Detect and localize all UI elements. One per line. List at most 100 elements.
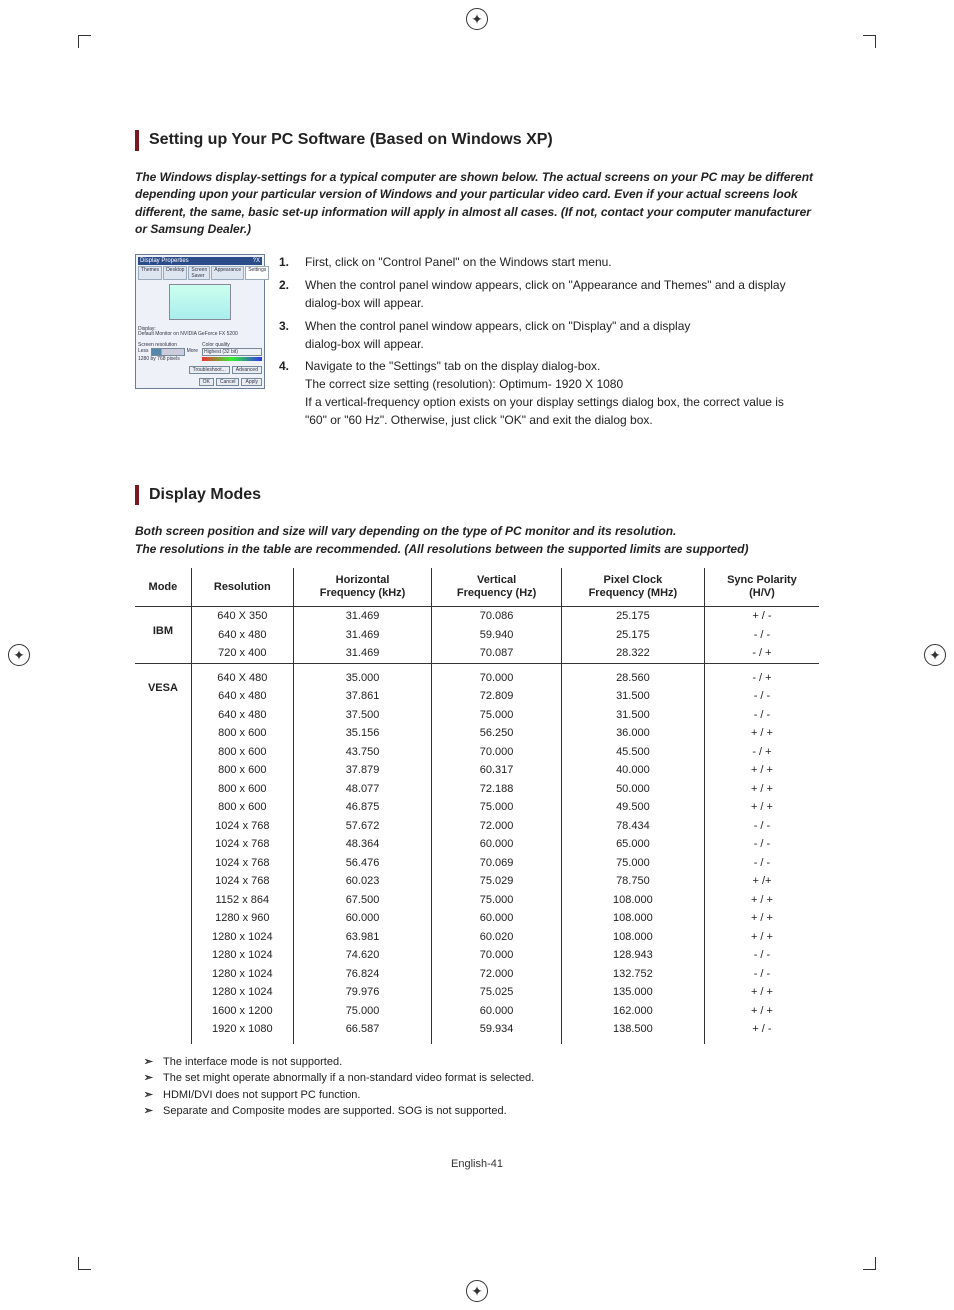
cell: 1024 x 768	[191, 854, 293, 873]
apply-button: Apply	[241, 378, 262, 386]
th-pclk: Pixel ClockFrequency (MHz)	[561, 568, 704, 607]
cell: 70.086	[432, 607, 562, 626]
close-icon: ?X	[253, 258, 260, 264]
cell: + / +	[704, 780, 819, 799]
table-row: 640 x 48037.50075.00031.500- / -	[135, 706, 819, 725]
cell: 60.000	[432, 1002, 562, 1021]
table-row: 800 x 60046.87575.00049.500+ / +	[135, 798, 819, 817]
cell: - / -	[704, 835, 819, 854]
cell: 67.500	[293, 891, 432, 910]
cell: 108.000	[561, 928, 704, 947]
cell: 75.025	[432, 983, 562, 1002]
cell: 37.500	[293, 706, 432, 725]
cell: + / +	[704, 761, 819, 780]
cell: 56.250	[432, 724, 562, 743]
cell: 800 x 600	[191, 798, 293, 817]
step-body: When the control panel window appears, c…	[305, 318, 690, 353]
cell: 31.500	[561, 687, 704, 706]
cell: - / -	[704, 817, 819, 836]
cell: - / +	[704, 743, 819, 762]
cell: 72.000	[432, 965, 562, 984]
cell: + / +	[704, 928, 819, 947]
note-text: Separate and Composite modes are support…	[163, 1103, 507, 1120]
cell: 43.750	[293, 743, 432, 762]
cell: 75.000	[432, 891, 562, 910]
cell: 48.364	[293, 835, 432, 854]
step-number: 1.	[279, 254, 295, 271]
note-text: HDMI/DVI does not support PC function.	[163, 1087, 360, 1104]
tab-appearance: Appearance	[211, 266, 244, 280]
th-sync: Sync Polarity(H/V)	[704, 568, 819, 607]
cell: + / +	[704, 1002, 819, 1021]
resolution-value: 1280 by 768 pixels	[138, 356, 180, 362]
cell: 48.077	[293, 780, 432, 799]
color-bar-icon	[202, 357, 262, 361]
cell: 40.000	[561, 761, 704, 780]
step-item: 4.Navigate to the "Settings" tab on the …	[279, 358, 819, 428]
step-item: 3.When the control panel window appears,…	[279, 318, 819, 353]
cell: 63.981	[293, 928, 432, 947]
note-item: ➣HDMI/DVI does not support PC function.	[135, 1087, 819, 1104]
cell: + /+	[704, 872, 819, 891]
note-item: ➣The set might operate abnormally if a n…	[135, 1070, 819, 1087]
cell: 72.809	[432, 687, 562, 706]
cell: 1280 x 1024	[191, 928, 293, 947]
tab-screensaver: Screen Saver	[188, 266, 210, 280]
document-page: ✦ ✦ ✦ ✦ Setting up Your PC Software (Bas…	[0, 0, 954, 1310]
step-line: When the control panel window appears, c…	[305, 277, 786, 294]
cell: 128.943	[561, 946, 704, 965]
cell: 1024 x 768	[191, 835, 293, 854]
cell: 25.175	[561, 607, 704, 626]
cell: - / -	[704, 854, 819, 873]
resolution-box: Screen resolution Less More 1280 by 768 …	[138, 340, 198, 363]
table-header-row: Mode Resolution HorizontalFrequency (kHz…	[135, 568, 819, 607]
table-row: 800 x 60048.07772.18850.000+ / +	[135, 780, 819, 799]
cell: 72.188	[432, 780, 562, 799]
cell: 800 x 600	[191, 743, 293, 762]
step-item: 1.First, click on "Control Panel" on the…	[279, 254, 819, 271]
table-row: IBM640 X 35031.46970.08625.175+ / -	[135, 607, 819, 626]
section1-intro: The Windows display-settings for a typic…	[135, 169, 819, 239]
cell: 60.020	[432, 928, 562, 947]
cell: + / +	[704, 724, 819, 743]
note-text: The set might operate abnormally if a no…	[163, 1070, 534, 1087]
cell: 1280 x 1024	[191, 983, 293, 1002]
cell: 70.000	[432, 663, 562, 687]
tab-settings: Settings	[245, 266, 269, 280]
cell: 70.000	[432, 946, 562, 965]
table-row: 1024 x 76856.47670.06975.000- / -	[135, 854, 819, 873]
table-row: 1280 x 102476.82472.000132.752- / -	[135, 965, 819, 984]
setup-row: Display Properties ?X Themes Desktop Scr…	[135, 254, 819, 434]
step-line: "60" or "60 Hz". Otherwise, just click "…	[305, 412, 784, 429]
table-row: 1024 x 76860.02375.02978.750+ /+	[135, 872, 819, 891]
cell: 74.620	[293, 946, 432, 965]
arrow-icon: ➣	[135, 1054, 153, 1071]
cell: 37.861	[293, 687, 432, 706]
table-row: 1280 x 102474.62070.000128.943- / -	[135, 946, 819, 965]
table-row: 1280 x 102463.98160.020108.000+ / +	[135, 928, 819, 947]
tab-desktop: Desktop	[163, 266, 187, 280]
th-resolution: Resolution	[191, 568, 293, 607]
step-body: Navigate to the "Settings" tab on the di…	[305, 358, 784, 428]
monitor-preview-icon	[169, 284, 231, 320]
table-row: 640 x 48037.86172.80931.500- / -	[135, 687, 819, 706]
cell: 1024 x 768	[191, 872, 293, 891]
cell: 1152 x 864	[191, 891, 293, 910]
cell: 75.000	[432, 798, 562, 817]
step-line: If a vertical-frequency option exists on…	[305, 394, 784, 411]
cancel-button: Cancel	[216, 378, 240, 386]
cell: 56.476	[293, 854, 432, 873]
cell: 640 x 480	[191, 687, 293, 706]
cell: 45.500	[561, 743, 704, 762]
cell: - / +	[704, 663, 819, 687]
table-row: 720 x 40031.46970.08728.322- / +	[135, 644, 819, 663]
step-number: 2.	[279, 277, 295, 312]
note-item: ➣Separate and Composite modes are suppor…	[135, 1103, 819, 1120]
cell-mode: IBM	[135, 607, 191, 664]
dialog-titlebar: Display Properties ?X	[138, 257, 262, 265]
intro-line-2: The resolutions in the table are recomme…	[135, 541, 819, 558]
cell: - / -	[704, 946, 819, 965]
cell: 108.000	[561, 909, 704, 928]
step-body: When the control panel window appears, c…	[305, 277, 786, 312]
cell: - / +	[704, 644, 819, 663]
